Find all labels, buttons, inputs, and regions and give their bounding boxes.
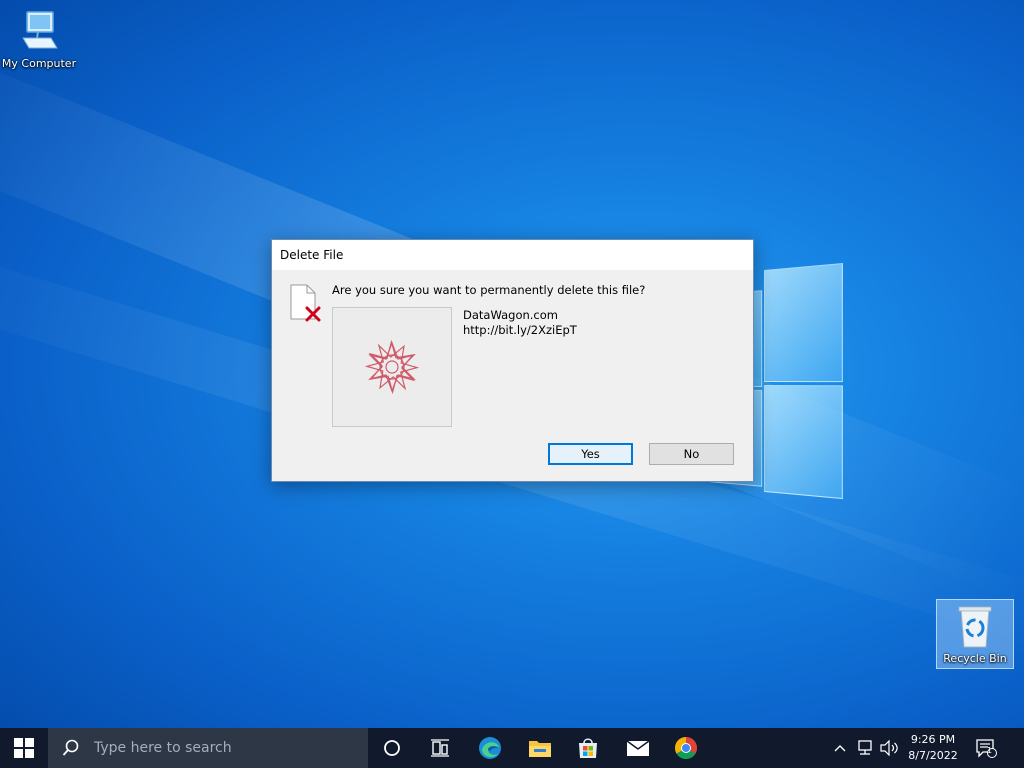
store-button[interactable] xyxy=(564,728,612,768)
desktop-icon-label: Recycle Bin xyxy=(943,652,1007,665)
chrome-button[interactable] xyxy=(662,728,710,768)
network-button[interactable] xyxy=(854,728,876,768)
notification-icon xyxy=(976,739,997,758)
file-name: DataWagon.com xyxy=(463,308,558,322)
task-view-icon xyxy=(431,739,449,757)
network-icon xyxy=(858,740,872,755)
computer-icon xyxy=(22,11,58,49)
volume-button[interactable] xyxy=(878,728,900,768)
clock-date: 8/7/2022 xyxy=(908,749,958,762)
search-icon xyxy=(62,739,79,756)
chrome-icon xyxy=(675,737,697,759)
store-icon xyxy=(579,738,597,758)
search-placeholder: Type here to search xyxy=(94,740,232,756)
mail-icon xyxy=(626,740,650,756)
file-explorer-icon xyxy=(529,741,551,757)
task-view-button[interactable] xyxy=(416,728,464,768)
action-center-button[interactable]: 1 xyxy=(968,728,1004,768)
file-info: DataWagon.com http://bit.ly/2XziEpT xyxy=(463,308,577,338)
notification-count: 1 xyxy=(987,746,993,755)
volume-icon xyxy=(880,740,898,756)
yes-button[interactable]: Yes xyxy=(548,443,633,465)
file-detail: http://bit.ly/2XziEpT xyxy=(463,323,577,337)
no-button[interactable]: No xyxy=(649,443,734,465)
confirm-question: Are you sure you want to permanently del… xyxy=(332,283,646,297)
recycle-bin-icon xyxy=(958,606,992,648)
file-thumbnail xyxy=(332,307,452,427)
edge-button[interactable] xyxy=(466,728,514,768)
file-explorer-button[interactable] xyxy=(516,728,564,768)
windows-start-icon xyxy=(14,738,34,758)
chevron-up-icon xyxy=(834,745,846,752)
edge-icon xyxy=(479,737,501,759)
search-box[interactable]: Type here to search xyxy=(48,728,368,768)
taskbar: Type here to search 9:26 PM 8/7/2022 1 xyxy=(0,728,1024,768)
cortana-button[interactable] xyxy=(368,728,416,768)
start-button[interactable] xyxy=(0,728,48,768)
desktop-icon-label: My Computer xyxy=(1,57,77,70)
show-hidden-icons-button[interactable] xyxy=(830,728,850,768)
delete-file-icon xyxy=(290,284,321,322)
ornament-icon xyxy=(364,339,420,395)
delete-file-dialog: Delete File Are you sure you want to per… xyxy=(271,239,754,482)
dialog-titlebar[interactable]: Delete File xyxy=(272,240,753,270)
desktop-icon-my-computer[interactable]: My Computer xyxy=(0,8,78,70)
mail-button[interactable] xyxy=(614,728,662,768)
dialog-title: Delete File xyxy=(280,248,344,262)
cortana-icon xyxy=(384,740,400,756)
desktop-icon-recycle-bin[interactable]: Recycle Bin xyxy=(936,599,1014,669)
clock-time: 9:26 PM xyxy=(910,733,956,746)
clock[interactable]: 9:26 PM 8/7/2022 xyxy=(904,728,962,768)
